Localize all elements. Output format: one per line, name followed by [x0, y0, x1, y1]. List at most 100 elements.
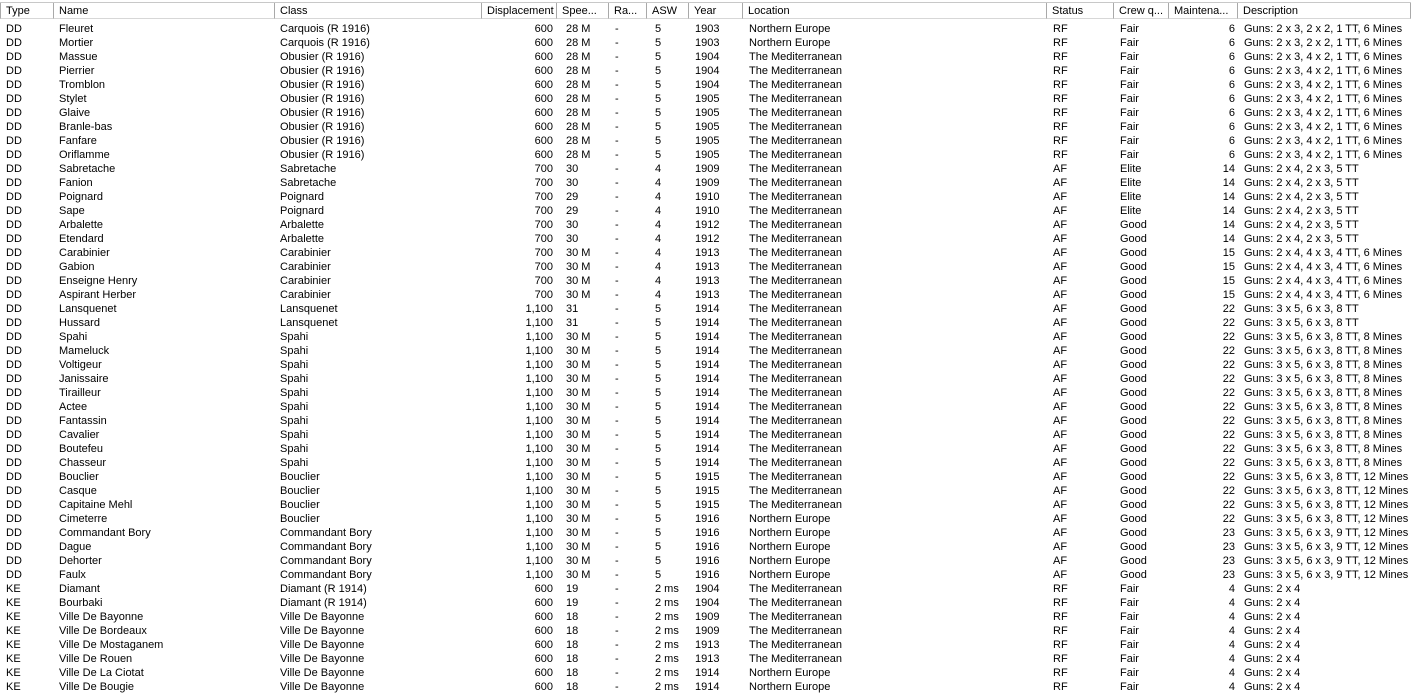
table-row[interactable]: DD Faulx Commandant Bory 1,100 30 M - 5 1916 Nor… [0, 568, 1411, 582]
column-header-asw[interactable]: ASW [647, 3, 689, 19]
table-row[interactable]: DD Sape Poignard 700 29 - 4 1910 The Mediterrane… [0, 204, 1411, 218]
table-row[interactable]: DD Mameluck Spahi 1,100 30 M - 5 1914 The Medite… [0, 344, 1411, 358]
column-header-displacement[interactable]: Displacement [482, 3, 557, 19]
table-row[interactable]: DD Janissaire Spahi 1,100 30 M - 5 1914 The Medi… [0, 372, 1411, 386]
table-row[interactable]: DD Fanion Sabretache 700 30 - 4 1909 The Mediter… [0, 176, 1411, 190]
column-header-maintenance[interactable]: Maintena... [1169, 3, 1238, 19]
cell-description: Guns: 2 x 4, 2 x 3, 5 TT [1244, 177, 1359, 189]
cell-location: The Mediterranean [749, 177, 842, 189]
cell-location: The Mediterranean [749, 499, 842, 511]
cell-class: Ville De Bayonne [280, 653, 365, 665]
table-row[interactable]: DD Bouclier Bouclier 1,100 30 M - 5 1915 The Med… [0, 470, 1411, 484]
cell-maintenance: 15 [1222, 275, 1235, 287]
cell-location: The Mediterranean [749, 233, 842, 245]
cell-crew: Good [1120, 513, 1147, 525]
table-row[interactable]: KE Bourbaki Diamant (R 1914) 600 19 - 2 ms 1904… [0, 596, 1411, 610]
table-row[interactable]: DD Pierrier Obusier (R 1916) 600 28 M - 5 1904 T… [0, 64, 1411, 78]
cell-speed: 30 M [566, 443, 591, 455]
table-row[interactable]: KE Ville De Bayonne Ville De Bayonne 600 18 -… [0, 610, 1411, 624]
cell-name: Cimeterre [59, 513, 108, 525]
cell-name: Ville De Bordeaux [59, 625, 147, 637]
column-header-status[interactable]: Status [1047, 3, 1114, 19]
column-header-name[interactable]: Name [54, 3, 275, 19]
table-row[interactable]: DD Aspirant Herber Carabinier 700 30 M - 4 1913… [0, 288, 1411, 302]
table-row[interactable]: DD Dague Commandant Bory 1,100 30 M - 5 1916 Nor… [0, 540, 1411, 554]
table-row[interactable]: DD Stylet Obusier (R 1916) 600 28 M - 5 1905 The… [0, 92, 1411, 106]
table-row[interactable]: KE Ville De La Ciotat Ville De Bayonne 600 1… [0, 666, 1411, 680]
table-row[interactable]: DD Gabion Carabinier 700 30 M - 4 1913 The Medit… [0, 260, 1411, 274]
cell-year: 1915 [695, 485, 720, 497]
table-row[interactable]: DD Voltigeur Spahi 1,100 30 M - 5 1914 The Medit… [0, 358, 1411, 372]
cell-name: Ville De Mostaganem [59, 639, 164, 651]
column-header-location[interactable]: Location [743, 3, 1047, 19]
column-header-crew[interactable]: Crew q... [1114, 3, 1169, 19]
cell-class: Obusier (R 1916) [280, 79, 365, 91]
table-row[interactable]: DD Hussard Lansquenet 1,100 31 - 5 1914 The Medi… [0, 316, 1411, 330]
table-row[interactable]: DD Massue Obusier (R 1916) 600 28 M - 5 1904 The… [0, 50, 1411, 64]
cell-speed: 30 M [566, 345, 591, 357]
table-row[interactable]: DD Enseigne Henry Carabinier 700 30 M - 4 1913 T… [0, 274, 1411, 288]
cell-crew: Fair [1120, 667, 1139, 679]
cell-displacement: 600 [534, 79, 553, 91]
cell-name: Branle-bas [59, 121, 113, 133]
column-header-range[interactable]: Ra... [609, 3, 647, 19]
table-row[interactable]: DD Etendard Arbalette 700 30 - 4 1912 The Medite… [0, 232, 1411, 246]
cell-class: Ville De Bayonne [280, 681, 365, 693]
table-row[interactable]: DD Dehorter Commandant Bory 1,100 30 M - 5 1916… [0, 554, 1411, 568]
table-row[interactable]: DD Fanfare Obusier (R 1916) 600 28 M - 5 1905 Th… [0, 134, 1411, 148]
table-row[interactable]: KE Ville De Rouen Ville De Bayonne 600 18 - 2 … [0, 652, 1411, 666]
cell-class: Diamant (R 1914) [280, 583, 367, 595]
cell-class: Ville De Bayonne [280, 625, 365, 637]
column-header-description[interactable]: Description [1238, 3, 1411, 19]
table-row[interactable]: DD Capitaine Mehl Bouclier 1,100 30 M - 5 1915 T… [0, 498, 1411, 512]
table-row[interactable]: DD Actee Spahi 1,100 30 M - 5 1914 The Mediterra… [0, 400, 1411, 414]
cell-location: The Mediterranean [749, 611, 842, 623]
table-row[interactable]: DD Carabinier Carabinier 700 30 M - 4 1913 The M… [0, 246, 1411, 260]
cell-description: Guns: 3 x 5, 6 x 3, 9 TT, 12 Mines [1244, 555, 1409, 567]
column-header-speed[interactable]: Spee... [557, 3, 609, 19]
cell-location: The Mediterranean [749, 625, 842, 637]
cell-type: DD [6, 555, 22, 567]
table-row[interactable]: KE Ville De Mostaganem Ville De Bayonne 600… [0, 638, 1411, 652]
table-row[interactable]: DD Arbalette Arbalette 700 30 - 4 1912 The Medit… [0, 218, 1411, 232]
cell-class: Bouclier [280, 513, 320, 525]
table-row[interactable]: DD Fantassin Spahi 1,100 30 M - 5 1914 The Medit… [0, 414, 1411, 428]
cell-class: Obusier (R 1916) [280, 65, 365, 77]
table-row[interactable]: DD Tirailleur Spahi 1,100 30 M - 5 1914 The Medi… [0, 386, 1411, 400]
table-row[interactable]: DD Boutefeu Spahi 1,100 30 M - 5 1914 The Medite… [0, 442, 1411, 456]
cell-displacement: 1,100 [525, 471, 553, 483]
table-row[interactable]: DD Spahi Spahi 1,100 30 M - 5 1914 The Mediterra… [0, 330, 1411, 344]
cell-location: The Mediterranean [749, 247, 842, 259]
column-header-type[interactable]: Type [0, 3, 54, 19]
table-row[interactable]: DD Cavalier Spahi 1,100 30 M - 5 1914 The Medite… [0, 428, 1411, 442]
cell-status: AF [1053, 289, 1068, 301]
table-row[interactable]: DD Chasseur Spahi 1,100 30 M - 5 1914 The Medite… [0, 456, 1411, 470]
cell-type: DD [6, 513, 22, 525]
table-row[interactable]: DD Oriflamme Obusier (R 1916) 600 28 M - 5 1905… [0, 148, 1411, 162]
table-row[interactable]: DD Poignard Poignard 700 29 - 4 1910 The Mediter… [0, 190, 1411, 204]
table-row[interactable]: DD Sabretache Sabretache 700 30 - 4 1909 The Med… [0, 162, 1411, 176]
column-header-class[interactable]: Class [275, 3, 482, 19]
table-row[interactable]: DD Fleuret Carquois (R 1916) 600 28 M - 5 1903 N… [0, 22, 1411, 36]
table-row[interactable]: DD Cimeterre Bouclier 1,100 30 M - 5 1916 Northe… [0, 512, 1411, 526]
cell-status: RF [1053, 653, 1068, 665]
table-row[interactable]: DD Glaive Obusier (R 1916) 600 28 M - 5 1905 The… [0, 106, 1411, 120]
table-row[interactable]: KE Ville De Bougie Ville De Bayonne 600 18 - 2… [0, 680, 1411, 694]
cell-maintenance: 23 [1222, 555, 1235, 567]
table-row[interactable]: KE Ville De Bordeaux Ville De Bayonne 600 18… [0, 624, 1411, 638]
column-header-year[interactable]: Year [689, 3, 743, 19]
cell-name: Dague [59, 541, 92, 553]
table-row[interactable]: DD Lansquenet Lansquenet 1,100 31 - 5 1914 The M… [0, 302, 1411, 316]
table-row[interactable]: DD Casque Bouclier 1,100 30 M - 5 1915 The Medit… [0, 484, 1411, 498]
table-row[interactable]: KE Diamant Diamant (R 1914) 600 19 - 2 ms 1904 T… [0, 582, 1411, 596]
table-row[interactable]: DD Branle-bas Obusier (R 1916) 600 28 M - 5 190… [0, 120, 1411, 134]
cell-name: Oriflamme [59, 149, 110, 161]
table-row[interactable]: DD Commandant Bory Commandant Bory 1,100 30 … [0, 526, 1411, 540]
table-row[interactable]: DD Tromblon Obusier (R 1916) 600 28 M - 5 1904 T… [0, 78, 1411, 92]
cell-year: 1916 [695, 527, 720, 539]
cell-status: AF [1053, 429, 1068, 441]
table-row[interactable]: DD Mortier Carquois (R 1916) 600 28 M - 5 1903 N… [0, 36, 1411, 50]
cell-class: Spahi [280, 443, 309, 455]
cell-type: DD [6, 107, 22, 119]
cell-range: - [615, 93, 619, 105]
